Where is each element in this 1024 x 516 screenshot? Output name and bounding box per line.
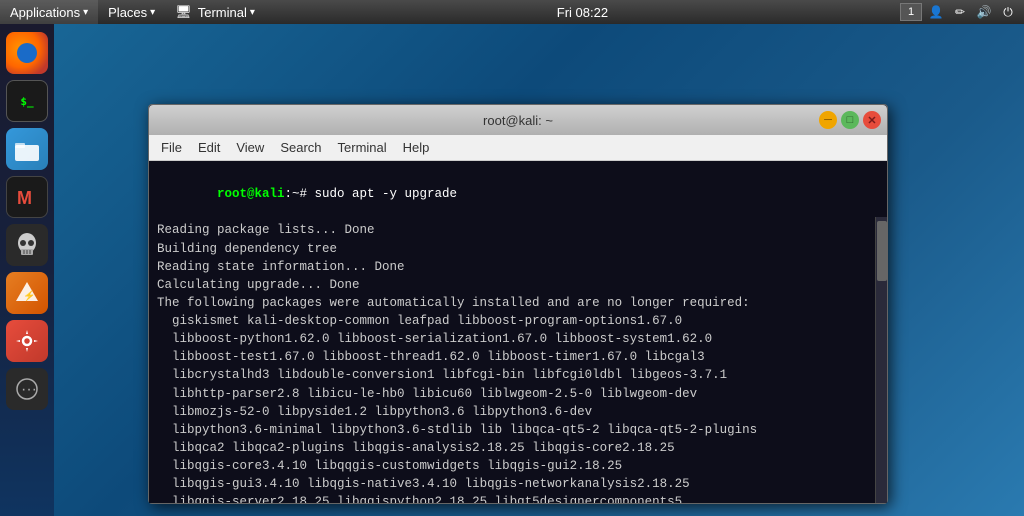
- scrollbar-thumb[interactable]: [877, 221, 887, 281]
- terminal-chevron-icon: ▾: [250, 7, 255, 18]
- menu-terminal[interactable]: Terminal: [330, 135, 395, 161]
- user-icon[interactable]: 👤: [926, 2, 946, 22]
- top-bar: Applications ▾ Places ▾ 🖥 Terminal ▾ Fri…: [0, 0, 1024, 24]
- sidebar-icon-files[interactable]: [6, 128, 48, 170]
- svg-text:···: ···: [21, 381, 37, 398]
- term-prompt-0: root@kali: [217, 187, 285, 201]
- sidebar-icon-terminal[interactable]: $_: [6, 80, 48, 122]
- skull-svg: [13, 231, 41, 259]
- terminal-controls: ─ □ ✕: [819, 111, 881, 129]
- terminal-icon-small: 🖥: [175, 4, 192, 20]
- term-line-12: libpython3.6-minimal libpython3.6-stdlib…: [157, 421, 879, 439]
- terminal-menu[interactable]: 🖥 Terminal ▾: [165, 0, 265, 24]
- term-line-3: Reading state information... Done: [157, 258, 879, 276]
- term-line-15: libqgis-gui3.4.10 libqgis-native3.4.10 l…: [157, 475, 879, 493]
- sidebar-icon-settings[interactable]: [6, 320, 48, 362]
- term-line-13: libqca2 libqca2-plugins libqgis-analysis…: [157, 439, 879, 457]
- terminal-content[interactable]: root@kali:~# sudo apt -y upgrade Reading…: [149, 161, 887, 503]
- terminal-scrollbar[interactable]: [875, 217, 887, 503]
- pen-icon[interactable]: ✏: [950, 2, 970, 22]
- top-bar-clock: Fri 08:22: [265, 5, 900, 20]
- term-line-4: Calculating upgrade... Done: [157, 276, 879, 294]
- workspace-number: 1: [908, 6, 914, 18]
- workspace-indicator[interactable]: 1: [900, 3, 922, 21]
- terminal-label: Terminal: [198, 5, 247, 20]
- menu-help[interactable]: Help: [395, 135, 438, 161]
- metasploit-svg: M: [12, 182, 42, 212]
- top-bar-left: Applications ▾ Places ▾ 🖥 Terminal ▾: [0, 0, 265, 24]
- applications-label: Applications: [10, 5, 80, 20]
- sidebar-icon-burp[interactable]: ⚡: [6, 272, 48, 314]
- menu-edit[interactable]: Edit: [190, 135, 228, 161]
- minimize-button[interactable]: ─: [819, 111, 837, 129]
- menu-search[interactable]: Search: [272, 135, 329, 161]
- term-line-7: libboost-python1.62.0 libboost-serializa…: [157, 330, 879, 348]
- sidebar-icon-metasploit[interactable]: M: [6, 176, 48, 218]
- terminal-menubar: File Edit View Search Terminal Help: [149, 135, 887, 161]
- term-line-8: libboost-test1.67.0 libboost-thread1.62.…: [157, 348, 879, 366]
- top-bar-right: 1 👤 ✏ 🔊 ⏻: [900, 2, 1024, 22]
- volume-icon[interactable]: 🔊: [974, 2, 994, 22]
- terminal-titlebar: root@kali: ~ ─ □ ✕: [149, 105, 887, 135]
- maximize-button[interactable]: □: [841, 111, 859, 129]
- term-line-10: libhttp-parser2.8 libicu-le-hb0 libicu60…: [157, 385, 879, 403]
- clock-display: Fri 08:22: [557, 5, 608, 20]
- close-button[interactable]: ✕: [863, 111, 881, 129]
- terminal-window-title: root@kali: ~: [483, 113, 553, 128]
- svg-text:⚡: ⚡: [23, 289, 35, 302]
- terminal-window: root@kali: ~ ─ □ ✕ File Edit View Search…: [148, 104, 888, 504]
- applications-chevron-icon: ▾: [83, 7, 88, 18]
- folder-svg: [13, 135, 41, 163]
- settings-svg: [14, 328, 40, 354]
- places-chevron-icon: ▾: [150, 7, 155, 18]
- sidebar-icon-firefox[interactable]: [6, 32, 48, 74]
- term-line-14: libqgis-core3.4.10 libqqgis-customwidget…: [157, 457, 879, 475]
- svg-text:M: M: [17, 188, 32, 208]
- term-line-2: Building dependency tree: [157, 240, 879, 258]
- term-path-0: :~# sudo apt -y upgrade: [285, 187, 458, 201]
- burp-svg: ⚡: [13, 279, 41, 307]
- places-menu[interactable]: Places ▾: [98, 0, 165, 24]
- power-icon[interactable]: ⏻: [998, 2, 1018, 22]
- sidebar: $_ M: [0, 24, 54, 516]
- term-line-5: The following packages were automaticall…: [157, 294, 879, 312]
- sidebar-icon-kali[interactable]: [6, 224, 48, 266]
- term-line-1: Reading package lists... Done: [157, 221, 879, 239]
- term-line-0: root@kali:~# sudo apt -y upgrade: [157, 167, 879, 221]
- term-line-6: giskismet kali-desktop-common leafpad li…: [157, 312, 879, 330]
- term-line-11: libmozjs-52-0 libpyside1.2 libpython3.6 …: [157, 403, 879, 421]
- applications-menu[interactable]: Applications ▾: [0, 0, 98, 24]
- more-svg: ···: [14, 376, 40, 402]
- desktop: Applications ▾ Places ▾ 🖥 Terminal ▾ Fri…: [0, 0, 1024, 516]
- terminal-text-icon: $_: [20, 95, 33, 108]
- term-line-9: libcrystalhd3 libdouble-conversion1 libf…: [157, 366, 879, 384]
- menu-file[interactable]: File: [153, 135, 190, 161]
- term-line-16: libqgis-server2.18.25 libqgispython2.18.…: [157, 493, 879, 503]
- sidebar-icon-more[interactable]: ···: [6, 368, 48, 410]
- menu-view[interactable]: View: [228, 135, 272, 161]
- places-label: Places: [108, 5, 147, 20]
